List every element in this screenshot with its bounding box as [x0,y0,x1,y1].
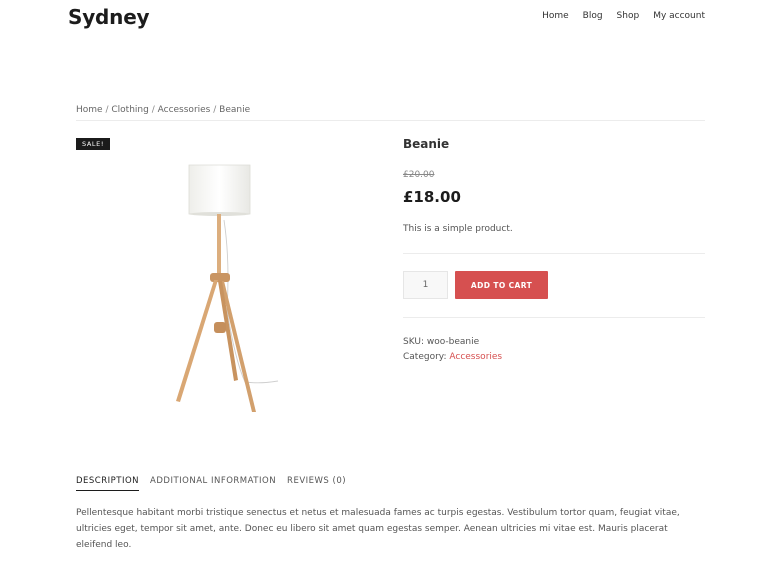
product-description: Pellentesque habitant morbi tristique se… [76,508,680,550]
site-title[interactable]: Sydney [68,5,150,29]
add-to-cart-button[interactable]: ADD TO CART [455,271,548,299]
breadcrumb-current: Beanie [219,105,251,115]
main-nav: Home Blog Shop My account [542,11,705,21]
original-price: £20.00 [403,170,435,180]
sale-badge: SALE! [76,138,111,150]
product-tabs: DESCRIPTION ADDITIONAL INFORMATION REVIE… [76,476,346,491]
tab-reviews[interactable]: REVIEWS (0) [287,476,346,491]
breadcrumb-accessories[interactable]: Accessories [158,105,211,115]
floor-lamp-icon[interactable] [150,160,300,416]
breadcrumb-separator: / [105,105,109,115]
category-link[interactable]: Accessories [449,352,502,362]
breadcrumb-separator: / [213,105,217,115]
product-title: Beanie [403,137,450,151]
sale-price: £18.00 [403,188,461,206]
breadcrumb-divider [76,120,705,121]
nav-shop-link[interactable]: Shop [617,11,640,21]
cart-divider [403,317,705,318]
breadcrumb-home[interactable]: Home [76,105,103,115]
breadcrumb-clothing[interactable]: Clothing [111,105,148,115]
sku-value: woo-beanie [426,337,480,347]
nav-blog-link[interactable]: Blog [583,11,603,21]
breadcrumb-separator: / [151,105,155,115]
category-line: Category: Accessories [403,352,502,362]
nav-my-account-link[interactable]: My account [653,11,705,21]
breadcrumb: Home / Clothing / Accessories / Beanie [76,105,250,115]
tab-description[interactable]: DESCRIPTION [76,476,140,491]
sku-label: SKU: [403,337,424,347]
nav-home-link[interactable]: Home [542,11,569,21]
tab-additional-information[interactable]: ADDITIONAL INFORMATION [150,476,276,491]
category-label: Category: [403,352,447,362]
sku-line: SKU: woo-beanie [403,337,479,347]
short-description: This is a simple product. [403,224,513,234]
summary-divider [403,253,705,254]
quantity-input[interactable]: 1 [403,271,448,299]
